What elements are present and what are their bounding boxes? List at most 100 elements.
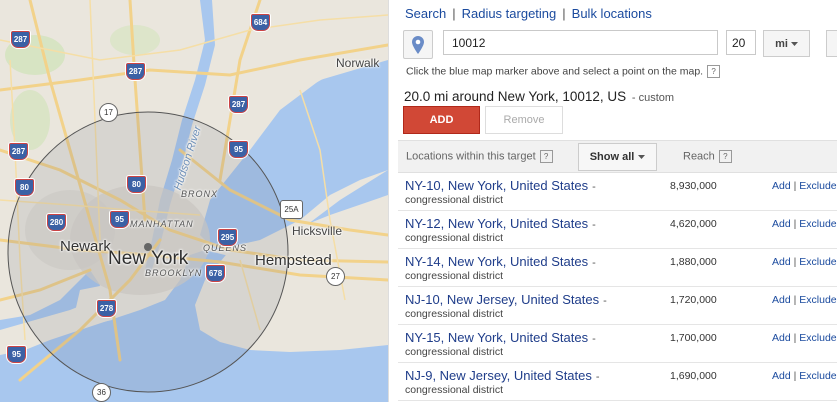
radius-summary: 20.0 mi around New York, 10012, US - cus… xyxy=(404,89,674,104)
show-all-label: Show all xyxy=(589,151,635,163)
route-27-marker: 27 xyxy=(326,267,345,286)
table-row: NY-14, New York, United States - congress… xyxy=(398,249,837,287)
interstate-95-shield: 95 xyxy=(109,210,130,229)
exclude-link[interactable]: Exclude xyxy=(799,180,836,192)
exclude-link[interactable]: Exclude xyxy=(799,332,836,344)
interstate-80-shield: 80 xyxy=(14,178,35,197)
location-reach: 8,930,000 xyxy=(670,180,717,192)
exclude-link[interactable]: Exclude xyxy=(799,218,836,230)
row-actions: Add | Exclude xyxy=(772,256,837,268)
add-link[interactable]: Add xyxy=(772,180,791,192)
location-name-text: NY-14, New York, United States xyxy=(405,254,589,269)
map-hint-text: Click the blue map marker above and sele… xyxy=(406,65,704,78)
interstate-80-shield: 80 xyxy=(126,175,147,194)
map-label-hicksville: Hicksville xyxy=(292,224,343,238)
add-link[interactable]: Add xyxy=(772,332,791,344)
radius-summary-text: 20.0 mi around New York, 10012, US xyxy=(404,89,627,104)
exclude-link[interactable]: Exclude xyxy=(799,256,836,268)
show-all-dropdown[interactable]: Show all xyxy=(578,143,657,171)
interstate-278-shield: 278 xyxy=(96,299,117,318)
interstate-684-shield: 684 xyxy=(250,13,271,32)
location-type: congressional district xyxy=(405,346,504,358)
targeting-mode-tabs: Search | Radius targeting | Bulk locations xyxy=(405,6,652,21)
add-link[interactable]: Add xyxy=(772,294,791,306)
unit-label: mi xyxy=(775,37,788,50)
location-reach: 1,690,000 xyxy=(670,370,717,382)
route-17-marker: 17 xyxy=(99,103,118,122)
chevron-down-icon xyxy=(638,155,646,159)
reach-header-label: Reach xyxy=(683,150,715,163)
row-actions: Add | Exclude xyxy=(772,332,837,344)
table-row: NY-12, New York, United States - congress… xyxy=(398,211,837,249)
map-label-new-york: New York xyxy=(108,248,189,269)
location-name[interactable]: NY-15, New York, United States - xyxy=(405,330,596,345)
location-input[interactable] xyxy=(443,30,718,55)
add-link[interactable]: Add xyxy=(772,370,791,382)
map-label-newark: Newark xyxy=(60,238,111,255)
exclude-link[interactable]: Exclude xyxy=(799,370,836,382)
interstate-287-shield: 287 xyxy=(10,30,31,49)
tab-search[interactable]: Search xyxy=(405,6,446,21)
map-marker-button[interactable] xyxy=(403,30,433,59)
location-name[interactable]: NJ-10, New Jersey, United States - xyxy=(405,292,607,307)
tab-bulk-locations[interactable]: Bulk locations xyxy=(572,6,652,21)
map-hint: Click the blue map marker above and sele… xyxy=(406,65,721,78)
route-25a-marker: 25A xyxy=(280,200,303,219)
map-view[interactable]: Norwalk Hudson River BRONX MANHATTAN QUE… xyxy=(0,0,388,402)
row-actions: Add | Exclude xyxy=(772,180,837,192)
exclude-link[interactable]: Exclude xyxy=(799,294,836,306)
interstate-287-shield: 287 xyxy=(8,142,29,161)
reach-column-header: Reach? xyxy=(683,150,732,163)
action-separator: | xyxy=(793,370,797,382)
interstate-287-shield: 287 xyxy=(228,95,249,114)
map-label-norwalk: Norwalk xyxy=(336,56,380,70)
location-name[interactable]: NY-12, New York, United States - xyxy=(405,216,596,231)
map-label-hempstead: Hempstead xyxy=(255,252,332,269)
map-label-bronx: BRONX xyxy=(181,189,219,199)
location-name-text: NY-15, New York, United States xyxy=(405,330,589,345)
add-link[interactable]: Add xyxy=(772,218,791,230)
action-separator: | xyxy=(793,218,797,230)
tab-radius-targeting[interactable]: Radius targeting xyxy=(462,6,557,21)
locations-table-header: Locations within this target? Show all R… xyxy=(398,140,837,173)
locations-table-body: NY-10, New York, United States - congress… xyxy=(398,173,837,401)
row-actions: Add | Exclude xyxy=(772,294,837,306)
locations-column-header: Locations within this target? xyxy=(406,150,553,163)
unit-dropdown[interactable]: mi xyxy=(763,30,810,57)
map-pin-icon xyxy=(412,35,424,54)
location-name-text: NY-10, New York, United States xyxy=(405,178,589,193)
location-name-text: NJ-10, New Jersey, United States xyxy=(405,292,600,307)
location-type: congressional district xyxy=(405,194,504,206)
help-icon[interactable]: ? xyxy=(539,150,553,163)
radius-input[interactable] xyxy=(726,30,756,55)
help-icon[interactable]: ? xyxy=(718,150,732,163)
location-reach: 1,700,000 xyxy=(670,332,717,344)
interstate-287-shield: 287 xyxy=(125,62,146,81)
chevron-down-icon xyxy=(790,41,798,46)
table-row: NY-10, New York, United States - congress… xyxy=(398,173,837,211)
location-name[interactable]: NJ-9, New Jersey, United States - xyxy=(405,368,600,383)
overflow-button[interactable] xyxy=(826,30,837,57)
action-separator: | xyxy=(793,180,797,192)
location-type: congressional district xyxy=(405,232,504,244)
location-reach: 4,620,000 xyxy=(670,218,717,230)
route-36-marker: 36 xyxy=(92,383,111,402)
interstate-678-shield: 678 xyxy=(205,264,226,283)
map-canvas[interactable] xyxy=(0,0,388,402)
table-row: NJ-9, New Jersey, United States - congres… xyxy=(398,363,837,401)
radius-summary-tag: - custom xyxy=(631,92,675,104)
location-targeting-panel: Search|Radius targeting|Bulk locations m… xyxy=(398,0,837,402)
add-link[interactable]: Add xyxy=(772,256,791,268)
location-name[interactable]: NY-14, New York, United States - xyxy=(405,254,596,269)
location-name-text: NY-12, New York, United States xyxy=(405,216,589,231)
location-type: congressional district xyxy=(405,270,504,282)
interstate-280-shield: 280 xyxy=(46,213,67,232)
action-separator: | xyxy=(793,332,797,344)
row-actions: Add | Exclude xyxy=(772,218,837,230)
help-icon[interactable]: ? xyxy=(707,65,721,78)
location-name[interactable]: NY-10, New York, United States - xyxy=(405,178,596,193)
location-reach: 1,720,000 xyxy=(670,294,717,306)
remove-button[interactable]: Remove xyxy=(485,106,563,134)
location-reach: 1,880,000 xyxy=(670,256,717,268)
add-button[interactable]: ADD xyxy=(403,106,480,134)
